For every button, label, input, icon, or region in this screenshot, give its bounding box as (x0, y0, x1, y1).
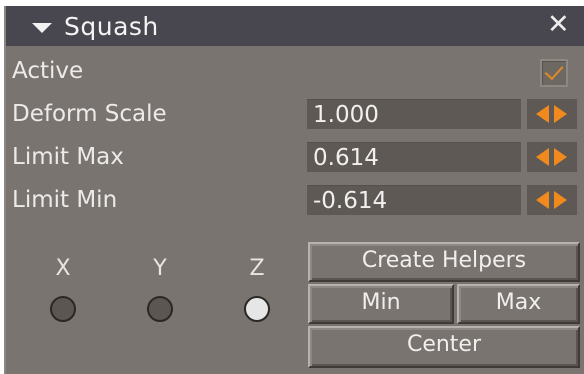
min-button[interactable]: Min (308, 284, 454, 324)
max-button[interactable]: Max (457, 284, 580, 324)
panel-title: Squash (64, 12, 159, 41)
close-icon[interactable]: ✕ (547, 10, 570, 40)
arrow-right-icon[interactable] (554, 105, 567, 123)
limit-min-spinner[interactable] (527, 185, 577, 215)
axis-z-radio[interactable] (244, 296, 270, 322)
limit-max-spinner[interactable] (527, 142, 577, 172)
active-checkbox[interactable] (540, 59, 568, 87)
axis-x-label: X (55, 256, 71, 281)
center-button[interactable]: Center (308, 326, 580, 368)
deform-scale-value: 1.000 (313, 102, 379, 128)
limit-min-label: Limit Min (12, 187, 118, 213)
limit-max-value: 0.614 (313, 145, 379, 171)
arrow-right-icon[interactable] (554, 191, 567, 209)
deform-scale-field[interactable]: 1.000 (307, 99, 521, 129)
limit-min-field[interactable]: -0.614 (307, 185, 521, 215)
triangle-down-icon[interactable] (32, 23, 52, 33)
limit-max-label: Limit Max (12, 144, 124, 170)
squash-panel: Squash ✕ Active Deform Scale 1.000 Limit… (4, 6, 584, 374)
axis-z-label: Z (249, 256, 265, 281)
limit-min-value: -0.614 (313, 188, 388, 214)
arrow-right-icon[interactable] (554, 148, 567, 166)
arrow-left-icon[interactable] (536, 191, 549, 209)
arrow-left-icon[interactable] (536, 105, 549, 123)
axis-y-label: Y (153, 256, 167, 281)
axis-x-radio[interactable] (50, 296, 76, 322)
limit-max-field[interactable]: 0.614 (307, 142, 521, 172)
create-helpers-button[interactable]: Create Helpers (308, 242, 580, 282)
checkmark-icon (544, 60, 564, 81)
deform-scale-label: Deform Scale (12, 101, 167, 127)
active-label: Active (12, 58, 84, 84)
panel-titlebar[interactable]: Squash ✕ (6, 6, 584, 46)
axis-y-radio[interactable] (147, 296, 173, 322)
arrow-left-icon[interactable] (536, 148, 549, 166)
deform-scale-spinner[interactable] (527, 99, 577, 129)
